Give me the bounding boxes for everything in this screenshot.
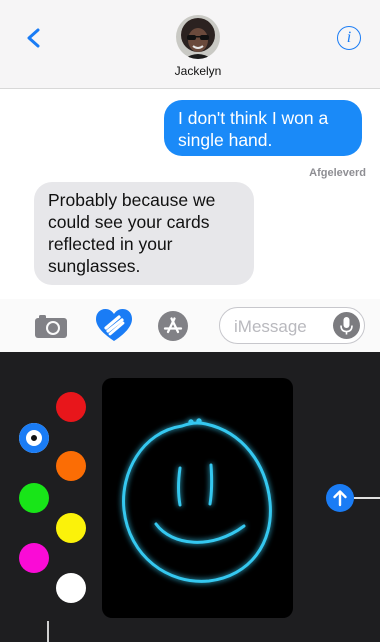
color-swatch-orange[interactable] [56, 451, 86, 481]
color-swatch-blue[interactable] [19, 423, 49, 453]
microphone-icon[interactable] [333, 312, 360, 339]
panel-divider-line [354, 497, 380, 499]
panel-handle-line [47, 621, 49, 642]
imessage-input[interactable]: iMessage [219, 307, 365, 344]
color-swatch-yellow[interactable] [56, 513, 86, 543]
app-store-icon[interactable] [157, 310, 189, 342]
color-swatch-magenta[interactable] [19, 543, 49, 573]
received-message-bubble[interactable]: Probably because we could see your cards… [34, 182, 254, 285]
message-thread: I don't think I won a single hand. Afgel… [0, 89, 380, 299]
drawing-canvas[interactable] [102, 378, 293, 618]
color-swatch-green[interactable] [19, 483, 49, 513]
sent-message-bubble[interactable]: I don't think I won a single hand. [164, 100, 362, 156]
message-input-bar: iMessage [0, 299, 380, 352]
camera-icon[interactable] [34, 313, 68, 339]
chevron-left-icon[interactable] [24, 27, 46, 49]
digital-touch-icon[interactable] [96, 309, 132, 343]
imessage-placeholder: iMessage [234, 317, 307, 336]
color-swatch-white[interactable] [56, 573, 86, 603]
conversation-header: Jackelyn i [0, 0, 380, 89]
info-icon[interactable]: i [337, 26, 361, 50]
digital-touch-panel [0, 352, 380, 642]
delivery-status: Afgeleverd [309, 167, 366, 179]
arrow-up-icon [333, 490, 347, 507]
avatar[interactable] [176, 15, 220, 59]
smiley-drawing [122, 418, 272, 583]
send-button[interactable] [326, 484, 354, 512]
color-swatch-red[interactable] [56, 392, 86, 422]
contact-name[interactable]: Jackelyn [0, 64, 380, 78]
